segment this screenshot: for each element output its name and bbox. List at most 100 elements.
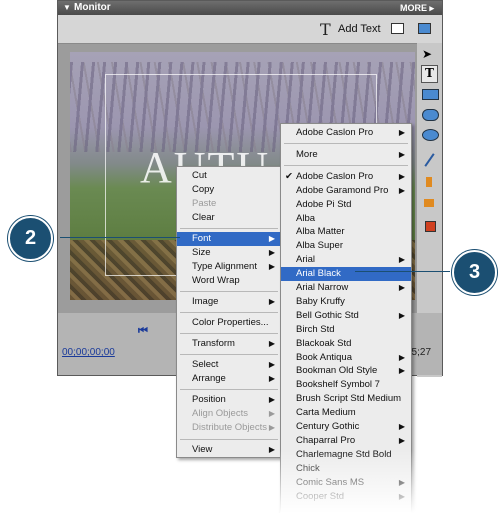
submenu-arrow-icon: ▶ (268, 297, 275, 306)
context-menu-item-size[interactable]: Size ▶ (177, 246, 281, 260)
selection-arrow-icon[interactable]: ➤ (422, 47, 437, 61)
context-menu-item-label: Clear (192, 212, 215, 223)
font-item-adobe-caslon-pro[interactable]: ✔ Adobe Caslon Pro ▶ (281, 170, 411, 184)
context-menu-item-paste: Paste (177, 197, 281, 211)
context-menu-item-cut[interactable]: Cut (177, 169, 281, 183)
rectangle-tool-icon[interactable] (422, 89, 439, 100)
font-item-adobe-pi-std[interactable]: Adobe Pi Std (281, 198, 411, 212)
add-text-button[interactable]: Add Text (338, 23, 381, 35)
context-menu-item-view[interactable]: View ▶ (177, 443, 281, 457)
font-item-label: Baby Kruffy (296, 295, 345, 307)
font-item-label: More (296, 148, 318, 160)
font-item-label: Arial Black (296, 268, 341, 280)
font-item-label: Arial Narrow (296, 282, 349, 293)
font-item-label: Book Antiqua (296, 351, 352, 363)
context-menu-item-position[interactable]: Position ▶ (177, 393, 281, 407)
context-menu-item-label: Paste (192, 198, 217, 209)
font-item-label: Chaparral Pro (296, 434, 356, 446)
context-menu-item-font[interactable]: Font ▶ (177, 232, 281, 246)
monitor-toolbar: T Add Text (58, 15, 442, 44)
context-menu-item-image[interactable]: Image ▶ (177, 295, 281, 309)
text-style-icon[interactable] (426, 177, 432, 187)
submenu-arrow-icon: ▶ (268, 395, 275, 404)
render-icon[interactable] (418, 23, 431, 34)
current-timecode[interactable]: 00;00;00;00 (62, 347, 115, 358)
submenu-arrow-icon: ▶ (268, 262, 275, 271)
submenu-arrow-icon: ▶ (268, 339, 275, 348)
context-menu-item-clear[interactable]: Clear (177, 211, 281, 225)
font-item-more[interactable]: More ▶ (281, 148, 411, 162)
context-menu-item-label: Image (192, 296, 219, 307)
font-item-bookshelf-symbol-7[interactable]: Bookshelf Symbol 7 (281, 378, 411, 392)
submenu-arrow-icon: ▶ (268, 360, 275, 369)
font-item-chaparral-pro[interactable]: Chaparral Pro ▶ (281, 434, 411, 448)
safe-margin-icon[interactable] (391, 23, 404, 34)
font-item-baby-kruffy[interactable]: Baby Kruffy (281, 295, 411, 309)
submenu-arrow-icon: ▶ (398, 435, 405, 445)
rewind-icon[interactable]: ⏮ (138, 325, 148, 338)
ellipse-tool-icon[interactable] (422, 129, 439, 141)
font-item-century-gothic[interactable]: Century Gothic ▶ (281, 420, 411, 434)
panel-titlebar: ▼ Monitor MORE ▸ (58, 1, 442, 15)
context-menu-item-label: Font (192, 233, 212, 244)
menu-separator (180, 333, 278, 334)
font-item-brush-script-std-medium[interactable]: Brush Script Std Medium (281, 392, 411, 406)
font-item-label: Carta Medium (296, 407, 356, 419)
context-menu-item-label: View (192, 444, 213, 455)
submenu-arrow-icon: ▶ (398, 185, 405, 195)
context-menu-item-word-wrap[interactable]: Word Wrap (177, 274, 281, 288)
rounded-rect-tool-icon[interactable] (422, 109, 439, 121)
type-tool-icon[interactable]: T (421, 65, 438, 83)
font-item-alba[interactable]: Alba (281, 212, 411, 226)
font-item-bell-gothic-std[interactable]: Bell Gothic Std ▶ (281, 309, 411, 323)
context-menu-item-label: Distribute Objects (192, 422, 267, 433)
font-item-adobe-garamond-pro[interactable]: Adobe Garamond Pro ▶ (281, 184, 411, 198)
callout-3: 3 (452, 250, 497, 295)
more-button[interactable]: MORE ▸ (400, 1, 434, 15)
font-item-bookman-old-style[interactable]: Bookman Old Style ▶ (281, 364, 411, 378)
font-item-label: Alba Super (296, 240, 344, 252)
menu-separator (180, 312, 278, 313)
font-item-arial[interactable]: Arial ▶ (281, 253, 411, 267)
font-item-carta-medium[interactable]: Carta Medium (281, 406, 411, 420)
submenu-arrow-icon: ▶ (398, 128, 405, 137)
font-item-label: Arial (296, 254, 316, 266)
context-menu-item-label: Arrange (192, 373, 226, 384)
line-tool-icon[interactable] (424, 153, 435, 167)
context-menu-item-align-objects: Align Objects ▶ (177, 407, 281, 421)
callout-3-line (355, 271, 450, 272)
collapse-triangle-icon[interactable]: ▼ (63, 1, 71, 15)
text-tool-icon[interactable]: T (320, 20, 331, 39)
context-menu-item-copy[interactable]: Copy (177, 183, 281, 197)
context-menu-item-transform[interactable]: Transform ▶ (177, 337, 281, 351)
context-menu-item-distribute-objects: Distribute Objects ▶ (177, 421, 281, 435)
font-item-adobe-caslon-pro[interactable]: Adobe Caslon Pro ▶ (281, 126, 411, 140)
font-item-arial-black[interactable]: Arial Black (281, 267, 411, 282)
font-item-book-antiqua[interactable]: Book Antiqua ▶ (281, 351, 411, 365)
context-menu-item-arrange[interactable]: Arrange ▶ (177, 372, 281, 386)
menu-separator (180, 228, 278, 229)
font-item-label: Alba (296, 212, 316, 224)
context-menu-item-color-properties[interactable]: Color Properties... (177, 316, 281, 330)
font-item-alba-matter[interactable]: Alba Matter (281, 225, 411, 239)
font-item-birch-std[interactable]: Birch Std (281, 323, 411, 337)
font-item-label: Adobe Caslon Pro (296, 127, 374, 138)
submenu-arrow-icon: ▶ (398, 352, 405, 362)
font-item-label: Bell Gothic Std (296, 309, 359, 321)
font-item-blackoak-std[interactable]: Blackoak Std (281, 337, 411, 351)
submenu-arrow-icon: ▶ (398, 149, 405, 159)
font-item-label: Blackoak Std (296, 337, 352, 349)
context-menu-item-type-alignment[interactable]: Type Alignment ▶ (177, 260, 281, 274)
submenu-arrow-icon: ▶ (268, 423, 275, 432)
context-menu-item-label: Type Alignment (192, 261, 257, 272)
font-item-arial-narrow[interactable]: Arial Narrow ▶ (281, 281, 411, 295)
submenu-arrow-icon: ▶ (268, 409, 275, 418)
panel-title: Monitor (74, 2, 111, 13)
context-menu-item-select[interactable]: Select ▶ (177, 358, 281, 372)
font-item-alba-super[interactable]: Alba Super (281, 239, 411, 253)
align-icon[interactable] (424, 199, 434, 207)
context-menu: Cut Copy Paste Clear Font ▶ Size ▶ Type Alignmen… (176, 166, 282, 458)
menu-separator (180, 439, 278, 440)
context-menu-item-label: Position (192, 394, 226, 405)
color-icon[interactable] (425, 221, 436, 232)
